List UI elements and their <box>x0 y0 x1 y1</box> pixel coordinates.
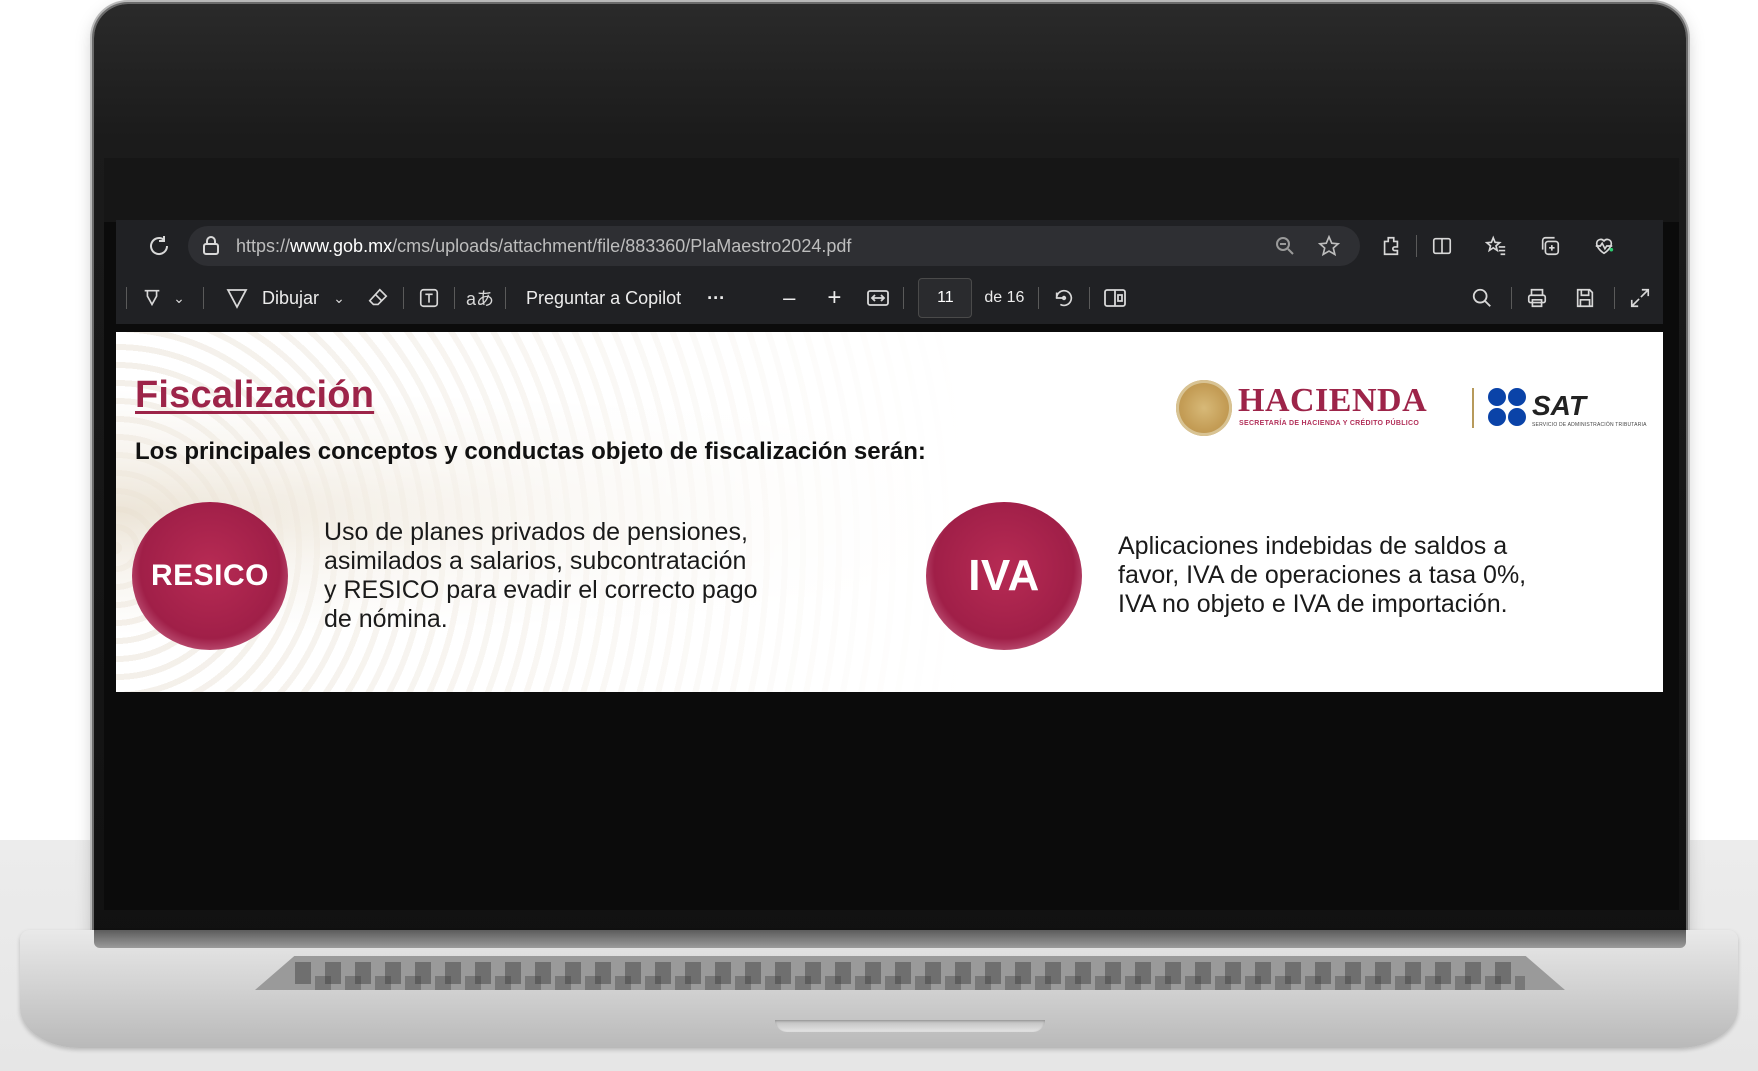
more-options-button[interactable]: ··· <box>707 288 725 309</box>
fullscreen-icon[interactable] <box>1623 281 1657 315</box>
separator <box>505 287 507 309</box>
search-icon[interactable] <box>1465 281 1499 315</box>
text-box-icon[interactable] <box>412 281 446 315</box>
collections-icon[interactable] <box>1533 229 1567 263</box>
separator <box>1416 235 1417 257</box>
favorites-icon[interactable] <box>1479 229 1513 263</box>
favorite-star-icon[interactable] <box>1312 229 1346 263</box>
hacienda-logo-subtitle: SECRETARÍA DE HACIENDA Y CRÉDITO PÚBLICO <box>1239 420 1420 427</box>
chevron-down-icon[interactable]: ⌄ <box>169 281 189 315</box>
trackpad-notch <box>775 1020 1045 1032</box>
slide-title: Fiscalización <box>135 374 375 416</box>
eraser-icon[interactable] <box>361 281 395 315</box>
government-logos: HACIENDA SECRETARÍA DE HACIENDA Y CRÉDIT… <box>1176 380 1663 440</box>
separator <box>403 287 405 309</box>
hacienda-logo: HACIENDA <box>1238 382 1428 419</box>
fit-width-icon[interactable] <box>861 281 895 315</box>
pdf-toolbar: ⌄ Dibujar ⌄ aあ Preguntar a Copilot ··· –… <box>116 272 1663 324</box>
sat-logo-subtitle: SERVICIO DE ADMINISTRACIÓN TRIBUTARIA <box>1532 422 1647 428</box>
zoom-out-page-icon[interactable] <box>1268 229 1302 263</box>
zoom-out-button[interactable]: – <box>783 285 795 311</box>
refresh-icon[interactable] <box>142 229 176 263</box>
resico-description: Uso de planes privados de pensiones, asi… <box>324 518 758 633</box>
keyboard <box>255 956 1565 990</box>
separator <box>1038 287 1040 309</box>
url-domain: www.gob.mx <box>290 235 393 256</box>
logo-divider <box>1472 388 1474 428</box>
extensions-icon[interactable] <box>1374 229 1408 263</box>
separator <box>203 287 204 309</box>
page-total: de 16 <box>984 289 1025 306</box>
translate-icon[interactable]: aあ <box>463 281 497 315</box>
page-number-input[interactable]: 11 <box>918 278 973 318</box>
page-view-icon[interactable] <box>1098 281 1132 315</box>
separator <box>454 287 456 309</box>
separator <box>903 287 905 309</box>
chevron-down-icon[interactable]: ⌄ <box>329 281 349 315</box>
national-seal-icon <box>1176 380 1232 436</box>
url-field[interactable]: https://www.gob.mx/cms/uploads/attachmen… <box>188 226 1360 266</box>
separator <box>1614 287 1615 309</box>
print-icon[interactable] <box>1520 281 1554 315</box>
url-path: /cms/uploads/attachment/file/883360/PlaM… <box>392 235 852 256</box>
url-prefix: https:// <box>236 235 291 256</box>
laptop-hinge <box>94 930 1686 948</box>
keyboard-keys <box>315 976 1525 990</box>
resico-badge: RESICO <box>132 502 288 650</box>
zoom-in-button[interactable]: + <box>827 284 841 312</box>
draw-button[interactable]: Dibujar <box>262 288 319 309</box>
rotate-icon[interactable] <box>1047 281 1081 315</box>
separator <box>126 287 127 309</box>
screen-top-band <box>104 158 1679 222</box>
performance-icon[interactable] <box>1587 229 1621 263</box>
slide-subtitle: Los principales conceptos y conductas ob… <box>135 438 926 465</box>
pdf-page: Fiscalización Los principales conceptos … <box>116 332 1663 692</box>
draw-icon[interactable] <box>220 281 254 315</box>
ask-copilot-button[interactable]: Preguntar a Copilot <box>526 288 681 309</box>
address-bar: https://www.gob.mx/cms/uploads/attachmen… <box>116 220 1663 272</box>
separator <box>1089 287 1091 309</box>
lock-icon[interactable] <box>202 236 220 256</box>
separator <box>1511 287 1512 309</box>
sat-logo: SAT <box>1532 390 1586 421</box>
iva-badge: IVA <box>926 502 1082 650</box>
iva-description: Aplicaciones indebidas de saldos a favor… <box>1118 532 1527 618</box>
save-icon[interactable] <box>1568 281 1602 315</box>
sat-logo-icon <box>1488 388 1528 428</box>
laptop-base <box>0 930 1758 1071</box>
highlight-icon[interactable] <box>135 281 169 315</box>
split-screen-icon[interactable] <box>1425 229 1459 263</box>
